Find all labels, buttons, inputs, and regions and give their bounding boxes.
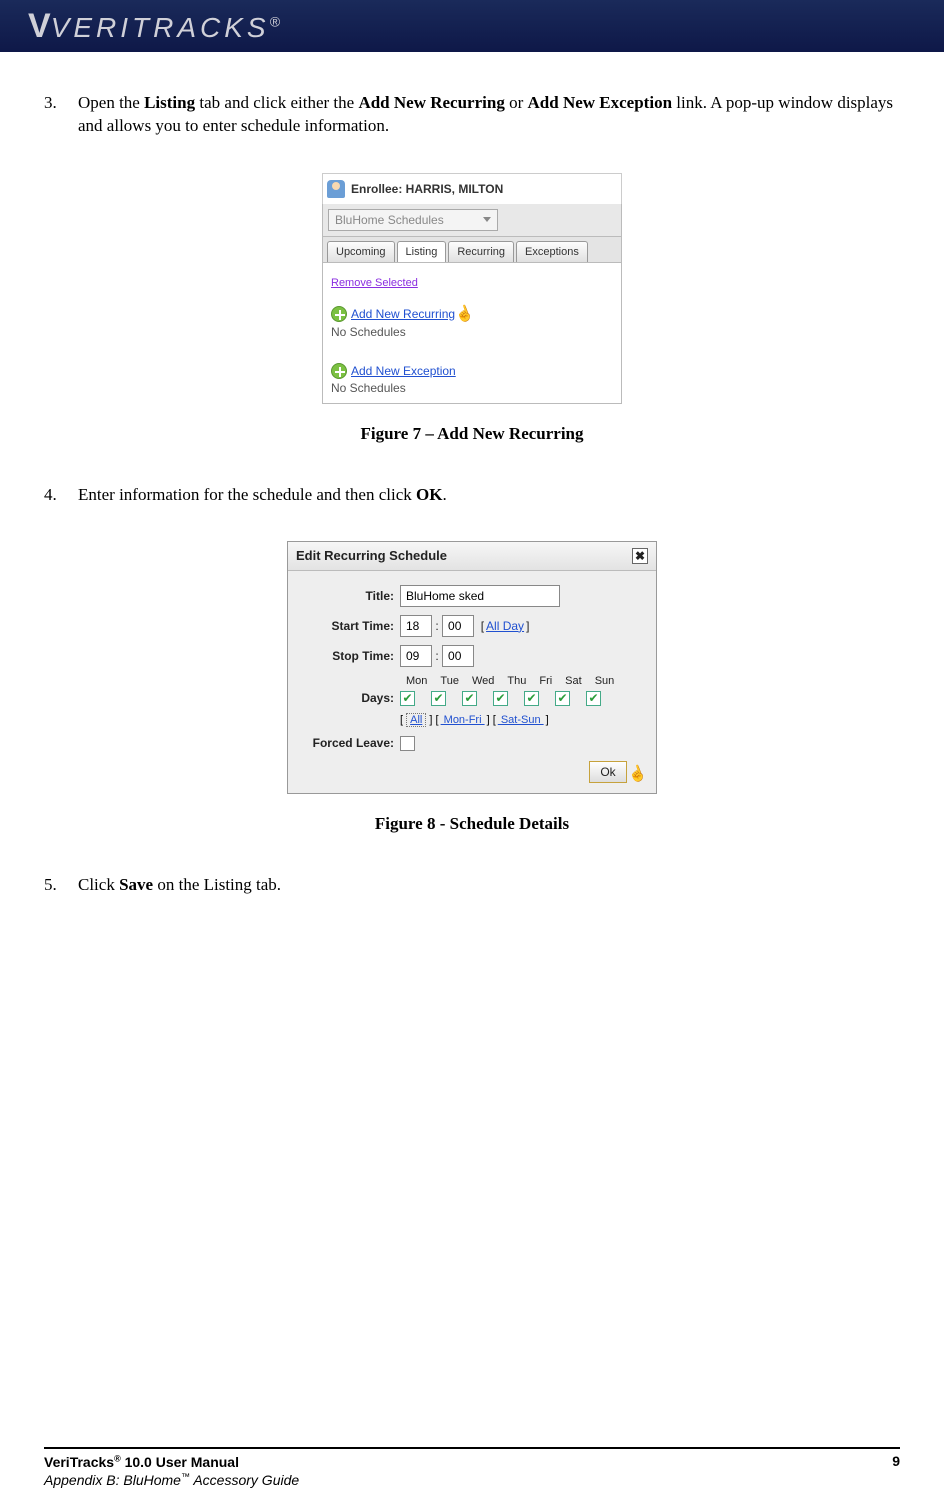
start-hour-input[interactable]	[400, 615, 432, 637]
step-5: 5. Click Save on the Listing tab.	[78, 874, 900, 897]
tab-listing[interactable]: Listing	[397, 241, 447, 262]
forced-leave-label: Forced Leave:	[300, 737, 400, 750]
day-presets: [ All ] [ Mon-Fri ] [ Sat-Sun ]	[400, 714, 644, 726]
step-4: 4. Enter information for the schedule an…	[78, 484, 900, 507]
stop-hour-input[interactable]	[400, 645, 432, 667]
page-number: 9	[892, 1453, 900, 1489]
day-tue-checkbox[interactable]	[431, 691, 446, 706]
add-new-exception-link[interactable]: Add New Exception	[351, 364, 456, 378]
person-icon	[327, 180, 345, 198]
stop-min-input[interactable]	[442, 645, 474, 667]
figure-8-caption: Figure 8 - Schedule Details	[44, 814, 900, 834]
app-header: VVERITRACKS®	[0, 0, 944, 52]
day-wed-checkbox[interactable]	[462, 691, 477, 706]
no-schedules-text-2: No Schedules	[331, 381, 613, 395]
chevron-down-icon	[483, 217, 491, 222]
plus-icon	[331, 363, 347, 379]
title-input[interactable]	[400, 585, 560, 607]
day-thu-checkbox[interactable]	[493, 691, 508, 706]
tab-upcoming[interactable]: Upcoming	[327, 241, 395, 262]
ok-button[interactable]: Ok	[589, 761, 626, 783]
cursor-hand-icon	[455, 305, 471, 323]
step-3: 3. Open the Listing tab and click either…	[78, 92, 900, 138]
day-sat-checkbox[interactable]	[555, 691, 570, 706]
no-schedules-text-1: No Schedules	[331, 325, 613, 339]
all-day-link[interactable]: All Day	[484, 619, 526, 633]
preset-satsun-link[interactable]: Sat-Sun	[496, 714, 546, 726]
tab-recurring[interactable]: Recurring	[448, 241, 514, 262]
day-mon-checkbox[interactable]	[400, 691, 415, 706]
days-label: Days:	[300, 691, 400, 705]
cursor-hand-icon	[628, 765, 644, 783]
page-footer: VeriTracks® 10.0 User Manual Appendix B:…	[44, 1447, 900, 1489]
enrollee-header: Enrollee: HARRIS, MILTON	[322, 173, 622, 204]
schedule-type-select[interactable]: BluHome Schedules	[328, 209, 498, 231]
close-button[interactable]: ✖	[632, 548, 648, 564]
figure-8-ui: Edit Recurring Schedule ✖ Title: Start T…	[287, 541, 657, 794]
figure-7-ui: Enrollee: HARRIS, MILTON BluHome Schedul…	[322, 172, 622, 404]
dialog-title-text: Edit Recurring Schedule	[296, 548, 447, 563]
start-time-label: Start Time:	[300, 619, 400, 633]
remove-selected-link[interactable]: Remove Selected	[331, 277, 418, 289]
stop-time-label: Stop Time:	[300, 649, 400, 663]
day-sun-checkbox[interactable]	[586, 691, 601, 706]
brand-logo: VVERITRACKS®	[28, 7, 280, 46]
days-header: MonTueWedThuFriSatSun	[406, 675, 644, 687]
enrollee-label: Enrollee: HARRIS, MILTON	[351, 182, 503, 196]
start-min-input[interactable]	[442, 615, 474, 637]
day-fri-checkbox[interactable]	[524, 691, 539, 706]
schedule-tabbar: Upcoming Listing Recurring Exceptions	[322, 236, 622, 263]
add-new-recurring-link[interactable]: Add New Recurring	[351, 307, 455, 321]
figure-7-caption: Figure 7 – Add New Recurring	[44, 424, 900, 444]
dialog-titlebar: Edit Recurring Schedule ✖	[288, 542, 656, 571]
forced-leave-checkbox[interactable]	[400, 736, 415, 751]
title-label: Title:	[300, 589, 400, 603]
tab-exceptions[interactable]: Exceptions	[516, 241, 588, 262]
preset-all-link[interactable]: All	[406, 713, 426, 727]
plus-icon	[331, 306, 347, 322]
preset-monfri-link[interactable]: Mon-Fri	[439, 714, 487, 726]
